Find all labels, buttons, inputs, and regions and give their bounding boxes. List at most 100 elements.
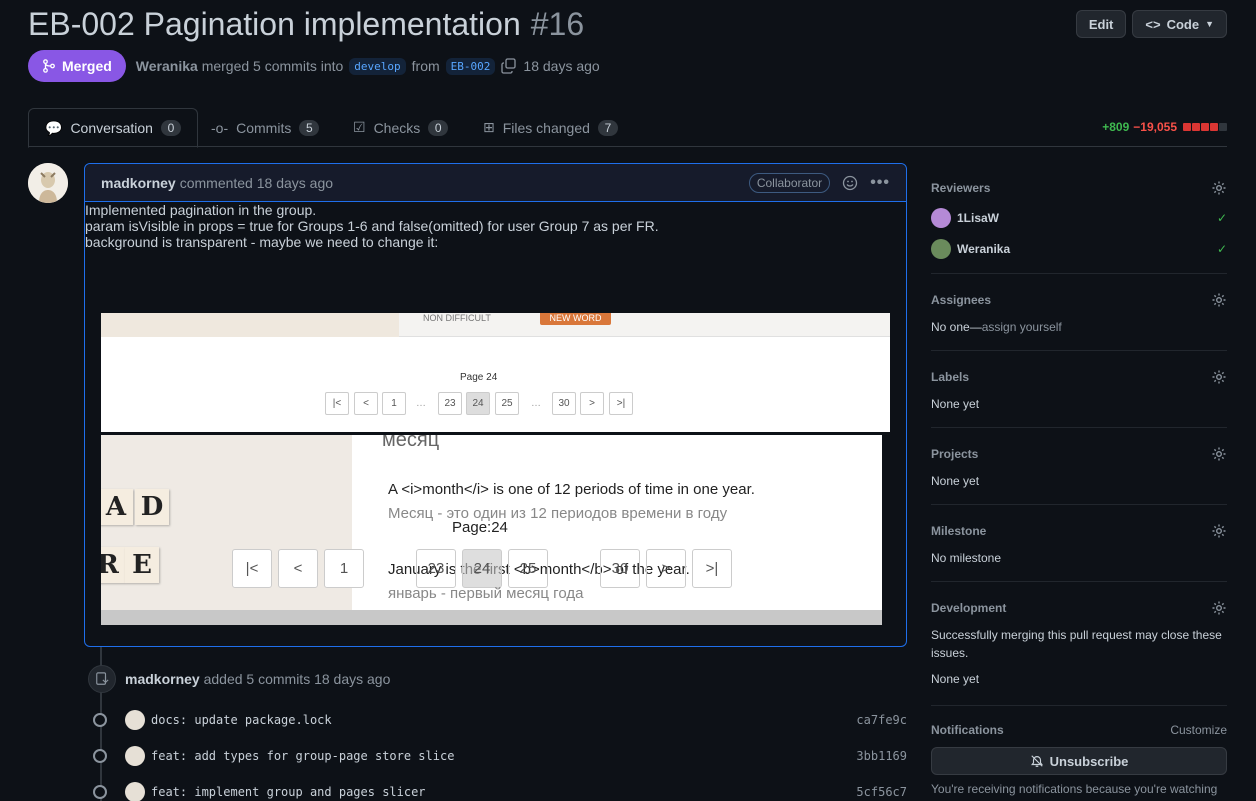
timeline-author[interactable]: madkorney bbox=[125, 671, 200, 687]
head-branch[interactable]: EB-002 bbox=[445, 57, 496, 75]
tab-conversation-label: Conversation bbox=[70, 120, 153, 136]
tab-files-changed[interactable]: ⊞ Files changed 7 bbox=[467, 108, 634, 147]
tab-commits-count: 5 bbox=[299, 119, 320, 136]
pr-title: EB-002 Pagination implementation #16 bbox=[28, 5, 585, 42]
pr-page: EB-002 Pagination implementation #16 Edit… bbox=[0, 0, 1256, 801]
commit-sha[interactable]: ca7fe9c bbox=[856, 713, 907, 727]
commit-message[interactable]: feat: add types for group-page store sli… bbox=[151, 749, 454, 763]
sidebar-development: Development Successfully merging this pu… bbox=[931, 600, 1227, 706]
milestone-value: No milestone bbox=[931, 551, 1002, 565]
shot2-page-23: 23 bbox=[416, 549, 456, 588]
copy-icon[interactable] bbox=[501, 58, 517, 74]
sidebar-milestone: Milestone No milestone bbox=[931, 523, 1227, 582]
shot2-tile-a: A bbox=[101, 489, 133, 525]
file-diff-icon: ⊞ bbox=[483, 119, 495, 135]
shot1-prev-page: < bbox=[354, 392, 378, 415]
edit-button[interactable]: Edit bbox=[1075, 10, 1127, 38]
commit-avatar bbox=[125, 746, 145, 766]
commit-row[interactable]: feat: implement group and pages slicer 5… bbox=[93, 782, 907, 801]
watching-text: You're receiving notifications because y… bbox=[931, 782, 1218, 796]
commit-icon: -o- bbox=[211, 119, 229, 136]
reviewer-item[interactable]: Weranika ✓ bbox=[931, 239, 1227, 259]
notifications-title: Notifications bbox=[931, 723, 1004, 737]
unsubscribe-button[interactable]: Unsubscribe bbox=[931, 747, 1227, 775]
customize-link[interactable]: Customize bbox=[1170, 723, 1227, 737]
shot1-new-word: NEW WORD bbox=[540, 313, 611, 325]
gear-icon[interactable] bbox=[1211, 600, 1227, 616]
caret-down-icon: ▼ bbox=[1205, 19, 1214, 29]
comment-line-3: background is transparent - maybe we nee… bbox=[85, 234, 439, 250]
avatar[interactable] bbox=[28, 163, 68, 203]
shot1-last-page: >| bbox=[609, 392, 633, 415]
comment-author[interactable]: madkorney bbox=[101, 175, 176, 191]
tab-conversation[interactable]: 💬 Conversation 0 bbox=[28, 108, 198, 148]
tab-files-label: Files changed bbox=[502, 119, 590, 136]
gear-icon[interactable] bbox=[1211, 523, 1227, 539]
code-button[interactable]: <> Code ▼ bbox=[1132, 10, 1227, 38]
shot2-example-en: A <i>month</i> is one of 12 periods of t… bbox=[388, 481, 755, 498]
kebab-horizontal-icon[interactable]: ••• bbox=[870, 174, 890, 192]
commit-message[interactable]: feat: implement group and pages slicer bbox=[151, 785, 426, 799]
pr-tabs: 💬 Conversation 0 -o- Commits 5 ☑ Checks … bbox=[28, 108, 1227, 148]
reviewers-title: Reviewers bbox=[931, 181, 991, 195]
reviewer-avatar bbox=[931, 208, 951, 228]
sidebar-notifications: Notifications Customize bbox=[931, 723, 1227, 741]
shot2-tile-r: R bbox=[101, 547, 125, 583]
commit-avatar bbox=[125, 782, 145, 801]
commit-sha[interactable]: 3bb1169 bbox=[856, 749, 907, 763]
reviewer-item[interactable]: 1LisaW ✓ bbox=[931, 208, 1227, 228]
tab-checks-count: 0 bbox=[428, 119, 449, 136]
projects-title: Projects bbox=[931, 447, 979, 461]
pr-meta: Merged Weranika merged 5 commits into de… bbox=[28, 50, 600, 82]
repo-push-icon bbox=[88, 665, 116, 693]
tab-commits[interactable]: -o- Commits 5 bbox=[195, 108, 335, 147]
development-value: None yet bbox=[931, 672, 980, 686]
commit-dot-icon bbox=[93, 785, 107, 799]
code-label: Code bbox=[1166, 16, 1200, 32]
bell-slash-icon bbox=[1030, 755, 1043, 767]
header-actions: Edit <> Code ▼ bbox=[1075, 10, 1227, 38]
shot2-tile-e: E bbox=[125, 547, 159, 583]
sidebar-labels: Labels None yet bbox=[931, 369, 1227, 428]
embedded-screenshot-1[interactable]: NON DIFFICULT NEW WORD Page 24 |< < 1 … … bbox=[101, 313, 890, 432]
shot2-example-ru-2: январь - первый месяц года bbox=[388, 585, 584, 602]
diffstat: +809 −19,055 bbox=[1102, 120, 1227, 134]
smiley-icon[interactable] bbox=[842, 175, 858, 191]
shot2-page-1: 1 bbox=[324, 549, 364, 588]
merged-badge: Merged bbox=[28, 50, 126, 82]
shot2-page-24: 24 bbox=[462, 549, 502, 588]
commit-row[interactable]: feat: add types for group-page store sli… bbox=[93, 746, 907, 766]
gear-icon[interactable] bbox=[1211, 180, 1227, 196]
commit-message[interactable]: docs: update package.lock bbox=[151, 713, 332, 727]
commit-dot-icon bbox=[93, 749, 107, 763]
shot1-next-page: > bbox=[580, 392, 604, 415]
merge-description: Weranika merged 5 commits into bbox=[136, 58, 344, 74]
merger-link[interactable]: Weranika bbox=[136, 58, 198, 74]
sidebar-reviewers: Reviewers 1LisaW ✓ Weranika ✓ bbox=[931, 180, 1227, 274]
no-assignees-text: No one— bbox=[931, 320, 982, 334]
shot2-next-page: > bbox=[646, 549, 686, 588]
shot1-page-30: 30 bbox=[552, 392, 576, 415]
comment-header: madkorney commented 18 days ago Collabor… bbox=[85, 164, 906, 202]
tab-checks[interactable]: ☑ Checks 0 bbox=[337, 108, 464, 147]
merge-icon bbox=[43, 59, 55, 73]
checklist-icon: ☑ bbox=[353, 119, 366, 135]
gear-icon[interactable] bbox=[1211, 369, 1227, 385]
merged-text: merged 5 commits into bbox=[201, 58, 344, 74]
shot2-page-label: Page:24 bbox=[452, 519, 508, 536]
commit-row[interactable]: docs: update package.lock ca7fe9c bbox=[93, 710, 907, 730]
gear-icon[interactable] bbox=[1211, 446, 1227, 462]
commit-avatar bbox=[125, 710, 145, 730]
assign-yourself-link[interactable]: assign yourself bbox=[982, 320, 1062, 334]
merged-label: Merged bbox=[62, 58, 112, 74]
embedded-screenshot-2[interactable]: A D R E месяц A <i>month</i> is one of 1… bbox=[101, 435, 882, 625]
commit-sha[interactable]: 5cf56c7 bbox=[856, 785, 907, 799]
gear-icon[interactable] bbox=[1211, 292, 1227, 308]
timeline-commits-header: madkorney added 5 commits 18 days ago bbox=[125, 671, 390, 687]
shot1-page-label: Page 24 bbox=[460, 372, 498, 383]
reviewer-avatar bbox=[931, 239, 951, 259]
shot1-page-24: 24 bbox=[466, 392, 490, 415]
pr-title-row: EB-002 Pagination implementation #16 bbox=[28, 4, 584, 44]
base-branch[interactable]: develop bbox=[349, 57, 406, 75]
timeline-action: added 5 commits 18 days ago bbox=[203, 671, 391, 687]
